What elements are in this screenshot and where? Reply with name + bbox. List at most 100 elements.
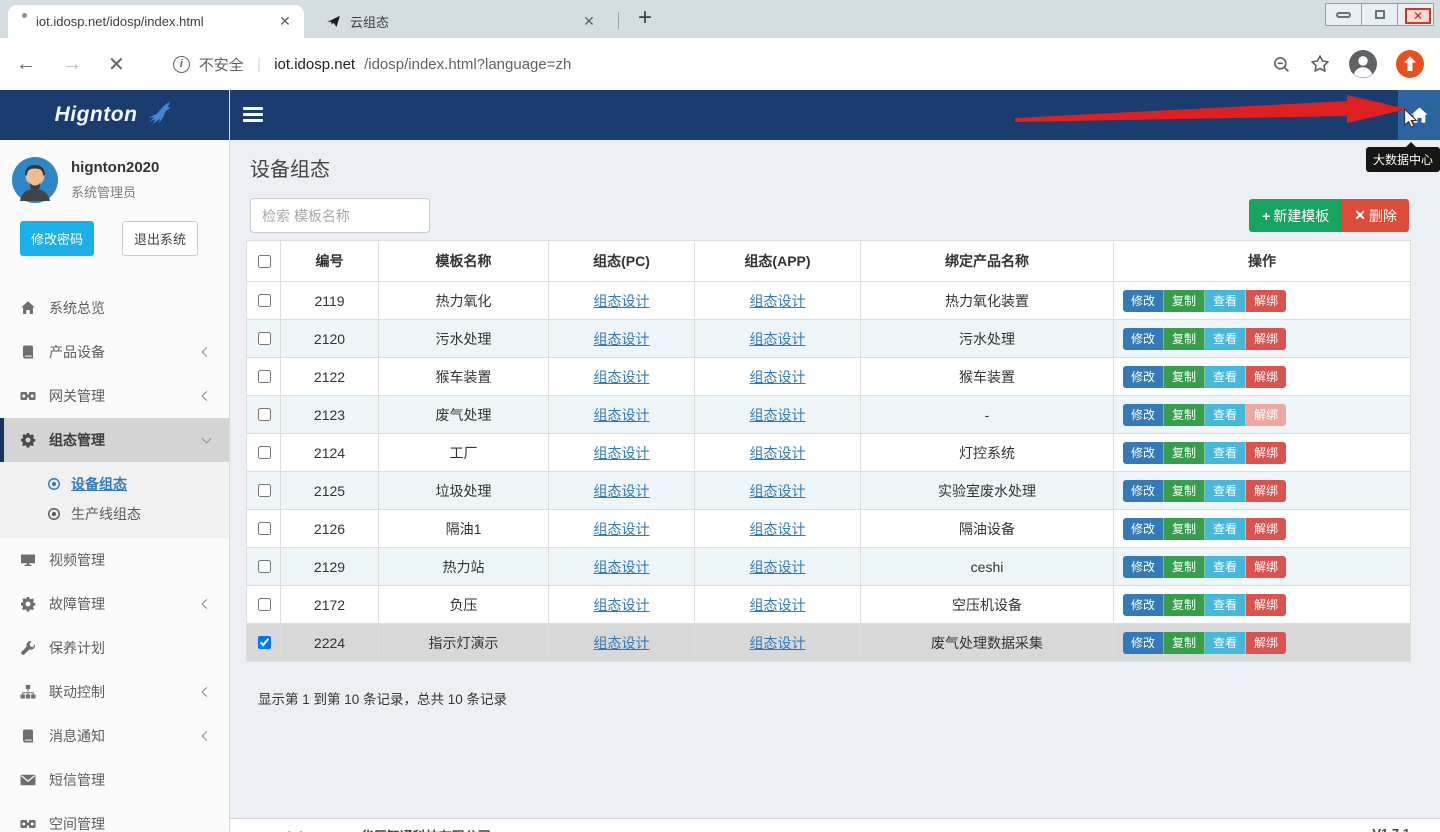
view-button[interactable]: 查看 xyxy=(1205,366,1246,388)
edit-button[interactable]: 修改 xyxy=(1123,404,1164,426)
app-config-design-link[interactable]: 组态设计 xyxy=(750,635,806,651)
sidebar-item-message-notification[interactable]: 消息通知 xyxy=(0,714,229,758)
pc-config-design-link[interactable]: 组态设计 xyxy=(594,559,650,575)
unbind-button[interactable]: 解绑 xyxy=(1246,632,1286,654)
browser-tab-cloud-scada[interactable]: 云组态 ✕ xyxy=(312,5,608,38)
stop-reload-icon[interactable]: ✕ xyxy=(108,52,125,77)
unbind-button[interactable]: 解绑 xyxy=(1246,404,1286,426)
row-checkbox[interactable] xyxy=(258,598,271,611)
pc-config-design-link[interactable]: 组态设计 xyxy=(594,293,650,309)
row-checkbox[interactable] xyxy=(258,408,271,421)
edit-button[interactable]: 修改 xyxy=(1123,290,1164,312)
copy-button[interactable]: 复制 xyxy=(1164,404,1205,426)
app-config-design-link[interactable]: 组态设计 xyxy=(750,369,806,385)
row-checkbox[interactable] xyxy=(258,332,271,345)
copy-button[interactable]: 复制 xyxy=(1164,366,1205,388)
window-close-button[interactable]: ✕ ✕ xyxy=(1397,3,1434,26)
pc-config-design-link[interactable]: 组态设计 xyxy=(594,597,650,613)
edit-button[interactable]: 修改 xyxy=(1123,556,1164,578)
unbind-button[interactable]: 解绑 xyxy=(1246,442,1286,464)
unbind-button[interactable]: 解绑 xyxy=(1246,594,1286,616)
view-button[interactable]: 查看 xyxy=(1205,442,1246,464)
row-checkbox[interactable] xyxy=(258,636,271,649)
edit-button[interactable]: 修改 xyxy=(1123,480,1164,502)
view-button[interactable]: 查看 xyxy=(1205,480,1246,502)
tab-close-icon[interactable]: ✕ xyxy=(276,13,294,30)
pc-config-design-link[interactable]: 组态设计 xyxy=(594,407,650,423)
copy-button[interactable]: 复制 xyxy=(1164,594,1205,616)
forward-icon[interactable]: → xyxy=(62,53,82,76)
logout-button[interactable]: 退出系统 xyxy=(122,221,198,256)
copy-button[interactable]: 复制 xyxy=(1164,518,1205,540)
browser-profile-avatar[interactable] xyxy=(1349,50,1377,78)
zoom-icon[interactable] xyxy=(1272,55,1291,74)
copy-button[interactable]: 复制 xyxy=(1164,290,1205,312)
big-data-center-home-button[interactable] xyxy=(1398,90,1440,140)
change-password-button[interactable]: 修改密码 xyxy=(20,221,94,256)
view-button[interactable]: 查看 xyxy=(1205,556,1246,578)
app-config-design-link[interactable]: 组态设计 xyxy=(750,331,806,347)
unbind-button[interactable]: 解绑 xyxy=(1246,556,1286,578)
delete-button[interactable]: ✕ 删除 xyxy=(1342,199,1409,232)
menu-toggle-hamburger-icon[interactable] xyxy=(243,107,263,125)
bookmark-star-icon[interactable] xyxy=(1310,54,1330,74)
user-avatar[interactable] xyxy=(12,157,58,203)
select-all-checkbox[interactable] xyxy=(258,255,271,268)
copy-button[interactable]: 复制 xyxy=(1164,632,1205,654)
sidebar-item-product-devices[interactable]: 产品设备 xyxy=(0,330,229,374)
new-template-button[interactable]: + 新建模板 xyxy=(1249,199,1342,232)
browser-extension-icon[interactable] xyxy=(1396,50,1424,78)
edit-button[interactable]: 修改 xyxy=(1123,328,1164,350)
copy-button[interactable]: 复制 xyxy=(1164,556,1205,578)
sidebar-item-video-management[interactable]: 视频管理 xyxy=(0,538,229,582)
unbind-button[interactable]: 解绑 xyxy=(1246,366,1286,388)
sidebar-subitem-device-scada[interactable]: 设备组态 xyxy=(0,469,229,499)
row-checkbox[interactable] xyxy=(258,446,271,459)
edit-button[interactable]: 修改 xyxy=(1123,518,1164,540)
edit-button[interactable]: 修改 xyxy=(1123,594,1164,616)
unbind-button[interactable]: 解绑 xyxy=(1246,480,1286,502)
sidebar-item-sms-management[interactable]: 短信管理 xyxy=(0,758,229,802)
search-input[interactable] xyxy=(250,198,430,233)
view-button[interactable]: 查看 xyxy=(1205,594,1246,616)
sidebar-item-gateway-management[interactable]: 网关管理 xyxy=(0,374,229,418)
app-config-design-link[interactable]: 组态设计 xyxy=(750,483,806,499)
browser-tab-current[interactable]: iot.idosp.net/idosp/index.html ✕ xyxy=(8,5,304,38)
copy-button[interactable]: 复制 xyxy=(1164,480,1205,502)
window-restore-button[interactable] xyxy=(1361,3,1398,26)
window-minimize-button[interactable] xyxy=(1325,3,1362,26)
edit-button[interactable]: 修改 xyxy=(1123,366,1164,388)
sidebar-item-fault-management[interactable]: 故障管理 xyxy=(0,582,229,626)
app-config-design-link[interactable]: 组态设计 xyxy=(750,597,806,613)
row-checkbox[interactable] xyxy=(258,294,271,307)
row-checkbox[interactable] xyxy=(258,484,271,497)
row-checkbox[interactable] xyxy=(258,370,271,383)
app-config-design-link[interactable]: 组态设计 xyxy=(750,407,806,423)
view-button[interactable]: 查看 xyxy=(1205,404,1246,426)
view-button[interactable]: 查看 xyxy=(1205,632,1246,654)
pc-config-design-link[interactable]: 组态设计 xyxy=(594,445,650,461)
unbind-button[interactable]: 解绑 xyxy=(1246,518,1286,540)
new-tab-button[interactable]: + xyxy=(631,3,659,33)
unbind-button[interactable]: 解绑 xyxy=(1246,328,1286,350)
sidebar-item-system-overview[interactable]: 系统总览 xyxy=(0,286,229,330)
pc-config-design-link[interactable]: 组态设计 xyxy=(594,521,650,537)
sidebar-item-space-management[interactable]: 空间管理 xyxy=(0,802,229,832)
app-config-design-link[interactable]: 组态设计 xyxy=(750,445,806,461)
copy-button[interactable]: 复制 xyxy=(1164,328,1205,350)
edit-button[interactable]: 修改 xyxy=(1123,442,1164,464)
unbind-button[interactable]: 解绑 xyxy=(1246,290,1286,312)
back-icon[interactable]: ← xyxy=(16,53,36,76)
copy-button[interactable]: 复制 xyxy=(1164,442,1205,464)
row-checkbox[interactable] xyxy=(258,560,271,573)
sidebar-subitem-production-line-scada[interactable]: 生产线组态 xyxy=(0,499,229,529)
app-config-design-link[interactable]: 组态设计 xyxy=(750,559,806,575)
pc-config-design-link[interactable]: 组态设计 xyxy=(594,635,650,651)
edit-button[interactable]: 修改 xyxy=(1123,632,1164,654)
row-checkbox[interactable] xyxy=(258,522,271,535)
browser-address-bar[interactable]: ← → ✕ i 不安全 | iot.idosp.net/idosp/index.… xyxy=(0,38,1440,90)
info-icon[interactable]: i xyxy=(173,56,190,73)
sidebar-item-maintenance-plan[interactable]: 保养计划 xyxy=(0,626,229,670)
pc-config-design-link[interactable]: 组态设计 xyxy=(594,483,650,499)
app-config-design-link[interactable]: 组态设计 xyxy=(750,293,806,309)
